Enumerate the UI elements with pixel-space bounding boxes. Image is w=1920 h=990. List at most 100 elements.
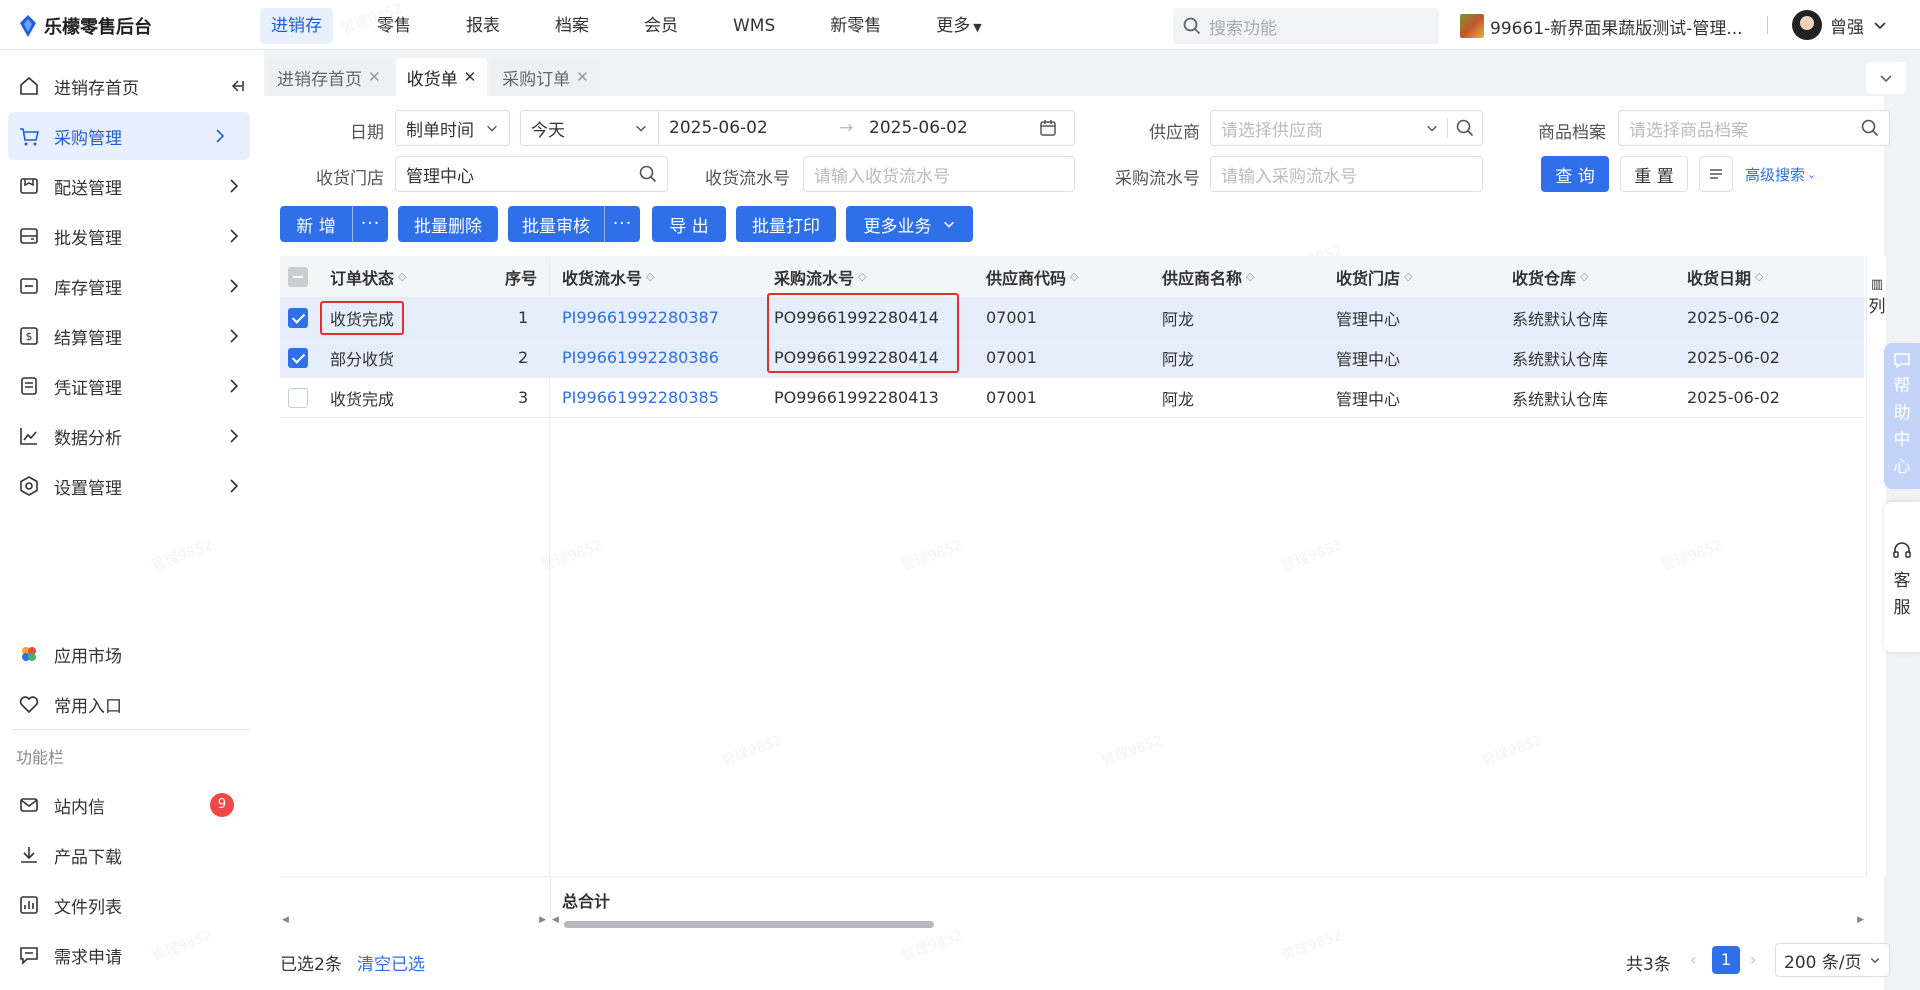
heart-icon <box>18 693 40 715</box>
nav-member[interactable]: 会员 <box>633 8 689 44</box>
sidebar-item-settlement[interactable]: $ 结算管理 <box>0 312 264 360</box>
horizontal-scrollbar[interactable]: ◀ ▶ <box>552 915 1864 930</box>
table-row[interactable]: 部分收货 2 PI99661992280386 PO99661992280414… <box>280 338 1864 378</box>
nav-wms[interactable]: WMS <box>722 8 786 44</box>
col-store[interactable]: 收货门店 ◇ <box>1336 256 1412 297</box>
row-checkbox[interactable] <box>288 298 308 337</box>
sidebar-item-files[interactable]: 文件列表 <box>0 881 264 929</box>
sidebar-item-distribution[interactable]: 配送管理 <box>0 162 264 210</box>
page-size-select[interactable]: 200 条/页 <box>1775 943 1890 977</box>
collapse-sidebar-icon[interactable] <box>226 76 246 96</box>
search-icon[interactable] <box>1456 119 1474 137</box>
user-menu[interactable]: 曾强 <box>1792 9 1888 41</box>
col-supplier-code[interactable]: 供应商代码 ◇ <box>986 256 1078 297</box>
add-more-button[interactable]: ··· <box>352 206 388 242</box>
tabs-menu-button[interactable] <box>1866 62 1906 94</box>
close-icon[interactable]: ✕ <box>368 68 381 86</box>
sidebar-item-purchase[interactable]: 采购管理 <box>8 112 250 160</box>
page-1-button[interactable]: 1 <box>1712 946 1740 974</box>
tab-purchase-orders[interactable]: 采购订单 ✕ <box>491 58 600 96</box>
select-all-checkbox[interactable] <box>288 256 308 297</box>
row-receipt-link[interactable]: PI99661992280385 <box>562 378 719 417</box>
export-button[interactable]: 导 出 <box>652 206 726 242</box>
scrollbar-thumb[interactable] <box>564 921 934 928</box>
sidebar-item-analytics[interactable]: 数据分析 <box>0 412 264 460</box>
filter-settings-button[interactable] <box>1699 156 1733 192</box>
add-button[interactable]: 新 增 <box>280 212 352 237</box>
row-checkbox[interactable] <box>288 378 308 417</box>
col-date[interactable]: 收货日期 ◇ <box>1687 256 1763 297</box>
date-preset-value: 今天 <box>531 120 565 141</box>
nav-reports[interactable]: 报表 <box>455 8 511 44</box>
app-logo[interactable]: 乐檬零售后台 <box>18 13 152 39</box>
sidebar-item-voucher[interactable]: 凭证管理 <box>0 362 264 410</box>
row-date: 2025-06-02 <box>1687 388 1780 407</box>
supplier-select[interactable]: 请选择供应商 <box>1210 110 1483 146</box>
batch-delete-button[interactable]: 批量删除 <box>398 206 498 242</box>
double-chevron-down-icon: ⌄ <box>1807 168 1817 181</box>
next-page-icon[interactable]: › <box>1750 950 1756 969</box>
row-receipt-link[interactable]: PI99661992280386 <box>562 338 719 377</box>
customer-service-button[interactable]: 客 服 <box>1884 502 1920 652</box>
reset-button[interactable]: 重 置 <box>1620 156 1688 192</box>
prev-page-icon[interactable]: ‹ <box>1690 950 1696 969</box>
sidebar-item-label: 进销存首页 <box>54 78 139 99</box>
sidebar-item-requests[interactable]: 需求申请 <box>0 931 264 979</box>
sort-icon: ◇ <box>1404 270 1413 283</box>
date-type-select[interactable]: 制单时间 <box>395 110 510 146</box>
date-start[interactable]: 2025-06-02 <box>669 118 839 138</box>
sidebar-item-messages[interactable]: 站内信 9 <box>0 781 264 829</box>
query-button[interactable]: 查 询 <box>1541 156 1609 192</box>
sidebar-item-app-market[interactable]: 应用市场 <box>0 630 264 678</box>
svg-text:$: $ <box>26 330 33 343</box>
table-row[interactable]: 收货完成 1 PI99661992280387 PO99661992280414… <box>280 298 1864 338</box>
col-supplier-name[interactable]: 供应商名称 ◇ <box>1162 256 1254 297</box>
left-scrollbar[interactable]: ◀ ▶ <box>280 915 548 930</box>
clear-selection-link[interactable]: 清空已选 <box>357 950 425 975</box>
batch-print-button[interactable]: 批量打印 <box>736 206 836 242</box>
row-checkbox[interactable] <box>288 338 308 377</box>
po-no-input[interactable]: 请输入采购流水号 <box>1210 156 1483 192</box>
wholesale-icon <box>18 225 40 247</box>
sidebar-item-stock[interactable]: 库存管理 <box>0 262 264 310</box>
tab-receipts[interactable]: 收货单 ✕ <box>395 58 488 96</box>
close-icon[interactable]: ✕ <box>576 68 589 86</box>
chevron-down-icon <box>1874 22 1886 30</box>
search-icon[interactable] <box>1861 119 1879 137</box>
tab-inventory-home[interactable]: 进销存首页 ✕ <box>266 58 392 96</box>
sidebar-item-settings[interactable]: 设置管理 <box>0 462 264 510</box>
chevron-right-icon <box>230 379 239 393</box>
col-status[interactable]: 订单状态 ◇ <box>330 256 406 297</box>
col-warehouse[interactable]: 收货仓库 ◇ <box>1512 256 1588 297</box>
col-receipt-no[interactable]: 收货流水号 ◇ <box>562 256 654 297</box>
goods-select[interactable]: 请选择商品档案 <box>1618 110 1890 146</box>
row-receipt-link[interactable]: PI99661992280387 <box>562 298 719 337</box>
sidebar-item-favorites[interactable]: 常用入口 <box>0 680 264 728</box>
nav-new-retail[interactable]: 新零售 <box>819 8 892 44</box>
date-preset-select[interactable]: 今天 <box>521 111 659 145</box>
receipt-no-input[interactable]: 请输入收货流水号 <box>803 156 1075 192</box>
close-icon[interactable]: ✕ <box>464 68 477 86</box>
page-tabs: 进销存首页 ✕ 收货单 ✕ 采购订单 ✕ <box>264 58 1904 98</box>
nav-archive[interactable]: 档案 <box>544 8 600 44</box>
date-range-picker[interactable]: 今天 2025-06-02 → 2025-06-02 <box>520 110 1075 146</box>
col-po-no[interactable]: 采购流水号 ◇ <box>774 256 866 297</box>
store-selector[interactable]: 99661-新界面果蔬版测试-管理... <box>1460 12 1743 40</box>
table-row[interactable]: 收货完成 3 PI99661992280385 PO99661992280413… <box>280 378 1864 418</box>
nav-more[interactable]: 更多 ▼ <box>925 8 992 44</box>
batch-audit-button[interactable]: 批量审核 <box>508 212 604 237</box>
column-setting-button[interactable]: ▥ 列 <box>1868 272 1886 318</box>
audit-more-button[interactable]: ··· <box>604 206 640 242</box>
more-business-button[interactable]: 更多业务 <box>846 206 973 242</box>
store-select[interactable]: 管理中心 <box>395 156 668 192</box>
date-end[interactable]: 2025-06-02 <box>869 118 1039 138</box>
help-center-button[interactable]: 帮 助 中 心 <box>1884 343 1920 489</box>
row-po-no: PO99661992280413 <box>774 388 939 407</box>
sidebar-item-downloads[interactable]: 产品下载 <box>0 831 264 879</box>
function-search-input[interactable]: 搜索功能 <box>1173 8 1439 44</box>
sidebar-item-inventory-home[interactable]: 进销存首页 <box>0 62 264 110</box>
search-icon[interactable] <box>639 165 657 183</box>
sidebar-item-wholesale[interactable]: 批发管理 <box>0 212 264 260</box>
nav-inventory[interactable]: 进销存 <box>260 8 333 44</box>
advanced-search-link[interactable]: 高级搜索 ⌄ <box>1745 164 1816 185</box>
